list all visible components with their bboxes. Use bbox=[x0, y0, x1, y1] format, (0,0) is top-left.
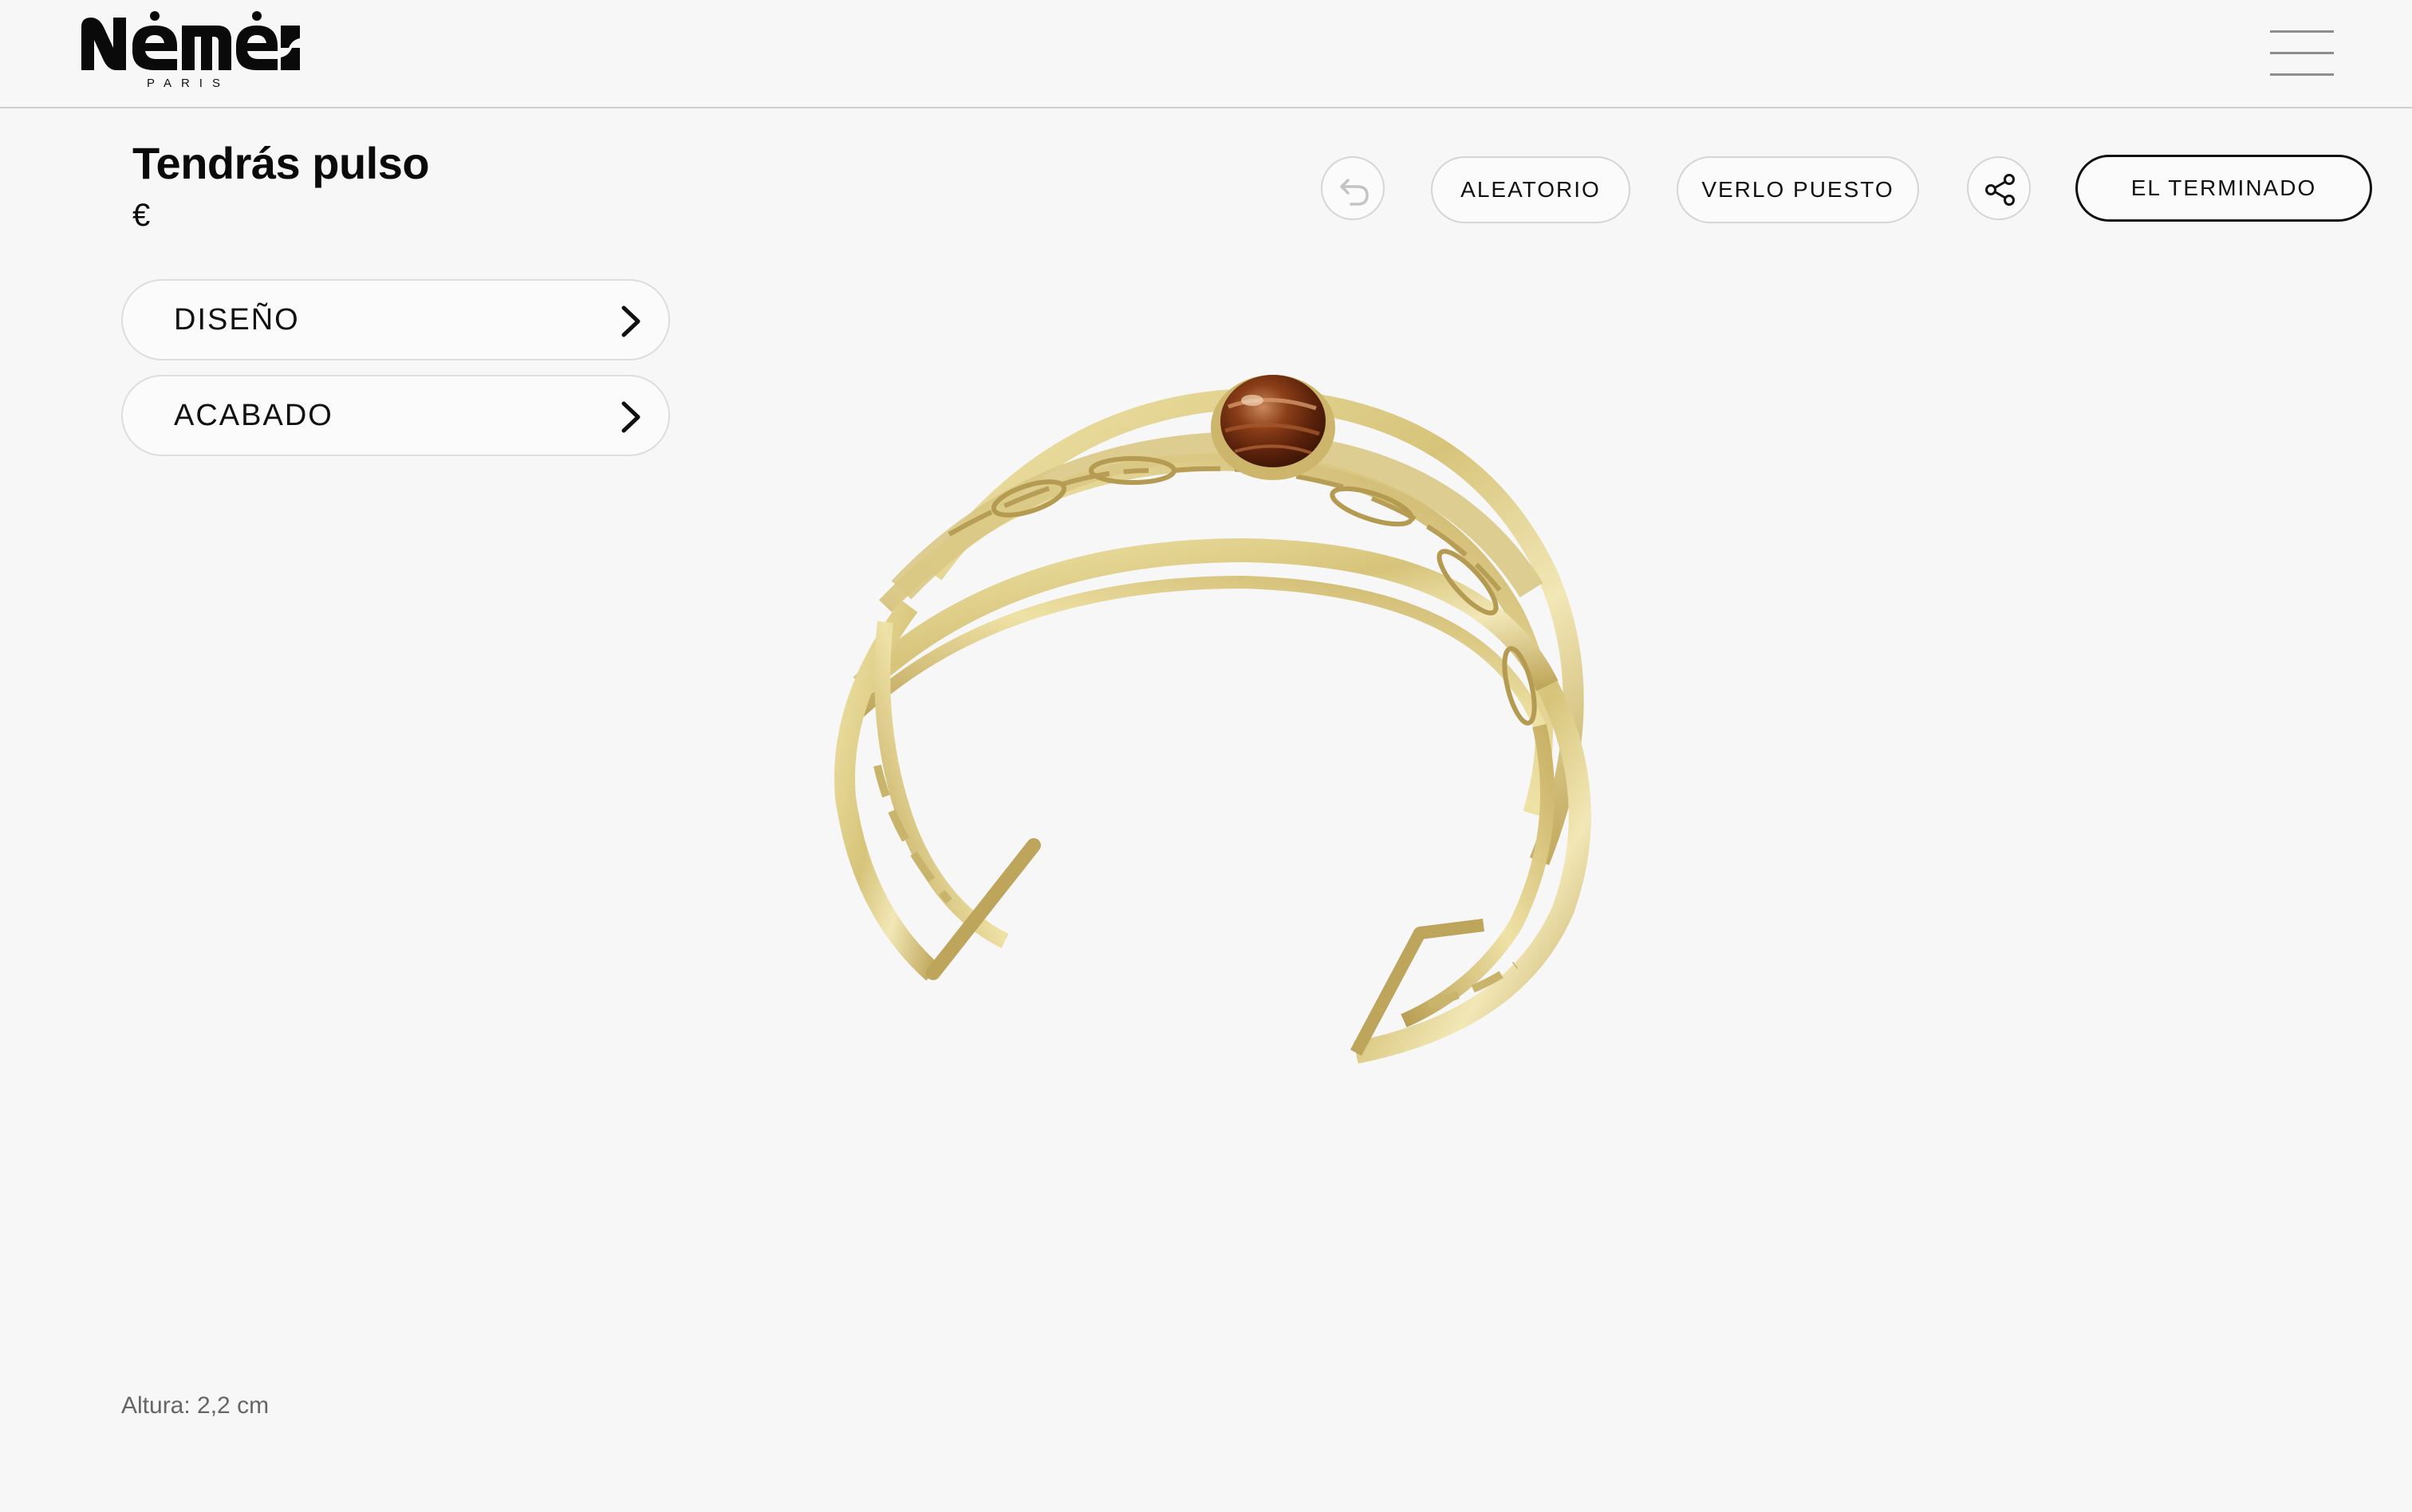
brand-logo[interactable]: PARIS bbox=[77, 11, 300, 94]
option-label: DISEÑO bbox=[174, 303, 300, 337]
hamburger-menu-icon[interactable] bbox=[2270, 29, 2334, 77]
top-bar: PARIS bbox=[0, 0, 2412, 108]
chevron-right-icon bbox=[621, 305, 640, 337]
brand-wordmark bbox=[81, 11, 300, 70]
option-acabado[interactable]: ACABADO bbox=[121, 375, 670, 456]
brand-subtitle: PARIS bbox=[147, 77, 230, 90]
menu-line bbox=[2270, 30, 2334, 33]
random-button[interactable]: ALEATORIO bbox=[1431, 156, 1630, 223]
chevron-right-icon bbox=[621, 401, 640, 433]
try-on-button[interactable]: VERLO PUESTO bbox=[1677, 156, 1919, 223]
menu-line bbox=[2270, 52, 2334, 54]
share-button[interactable] bbox=[1967, 156, 2031, 220]
undo-button[interactable] bbox=[1321, 156, 1385, 220]
share-icon bbox=[1985, 174, 2015, 206]
product-image[interactable] bbox=[798, 351, 1627, 1132]
height-info: Altura: 2,2 cm bbox=[121, 1392, 270, 1419]
undo-icon bbox=[1340, 179, 1369, 206]
bracelet-illustration bbox=[834, 375, 1591, 1064]
finish-button[interactable]: EL TERMINADO bbox=[2075, 155, 2372, 222]
option-diseno[interactable]: DISEÑO bbox=[121, 279, 670, 360]
product-title: Tendrás pulso bbox=[132, 138, 430, 188]
product-price: € bbox=[132, 198, 151, 233]
menu-line bbox=[2270, 73, 2334, 76]
option-label: ACABADO bbox=[174, 399, 333, 432]
